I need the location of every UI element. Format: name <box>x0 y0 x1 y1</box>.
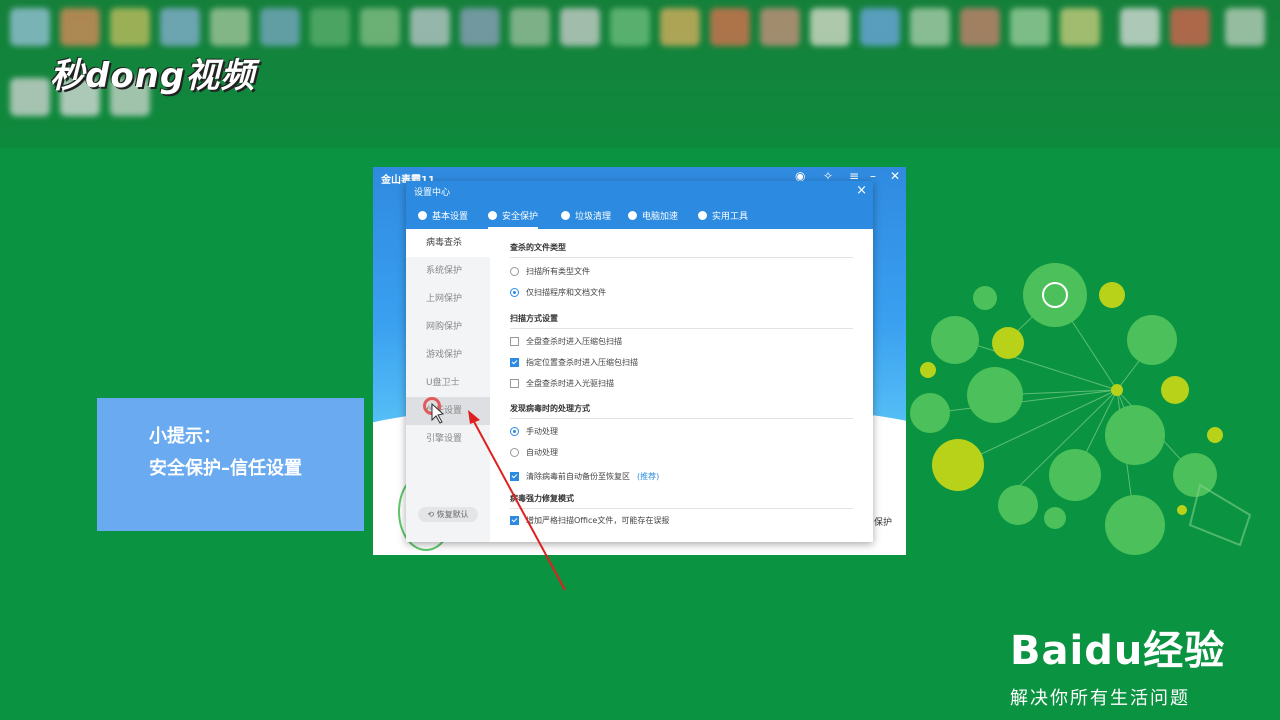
baidu-jingyan-watermark: Baidu经验 解决你所有生活问题 <box>1010 618 1226 709</box>
baidu-slogan: 解决你所有生活问题 <box>1010 688 1190 709</box>
annotation-arrow <box>431 402 566 591</box>
baidu-logo: Baidu经验 <box>1010 628 1226 674</box>
